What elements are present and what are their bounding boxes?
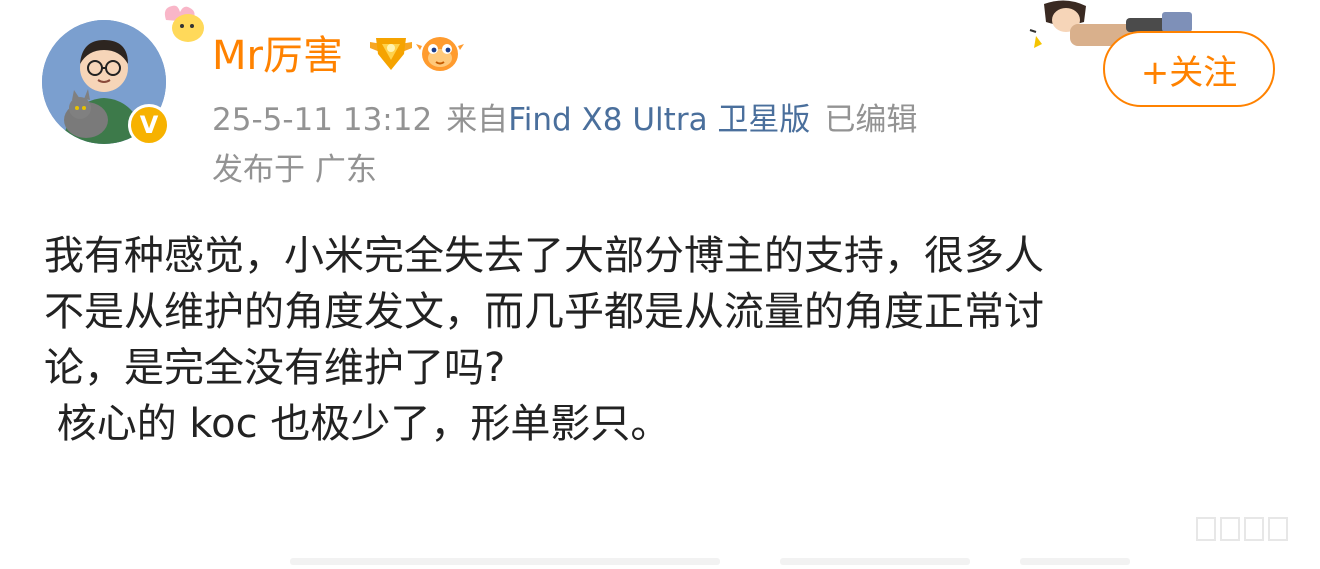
post-text-line: 不是从维护的角度发文，而几乎都是从流量的角度正常讨	[44, 289, 1044, 335]
verified-badge-icon: V	[128, 104, 170, 146]
username[interactable]: Mr厉害	[212, 30, 343, 82]
post-text-line: 核心的 koc 也极少了，形单影只。	[44, 401, 671, 447]
post-time[interactable]: 25-5-11 13:12	[212, 102, 432, 138]
gold-wings-badge-icon[interactable]	[368, 34, 414, 78]
action-bar-hint	[290, 550, 1130, 565]
follow-button[interactable]: +关注	[1103, 31, 1275, 107]
post-text-line: 论，是完全没有维护了吗?	[44, 345, 506, 391]
watermark-icon	[1195, 512, 1305, 550]
device-link[interactable]: Find X8 Ultra 卫星版	[508, 102, 810, 138]
source-label: 来自	[446, 102, 509, 138]
pufferfish-badge-icon[interactable]	[416, 32, 464, 80]
post-text-line: 我有种感觉，小米完全失去了大部分博主的支持，很多人	[44, 233, 1044, 279]
post-content: 我有种感觉，小米完全失去了大部分博主的支持，很多人 不是从维护的角度发文，而几乎…	[44, 228, 1254, 452]
post-meta: 25-5-11 13:12 来自Find X8 Ultra 卫星版 已编辑	[212, 100, 917, 140]
edited-label[interactable]: 已编辑	[824, 102, 917, 138]
avatar-container[interactable]: V	[40, 5, 204, 146]
post-location: 发布于 广东	[212, 152, 377, 188]
avatar-pendant-icon	[158, 0, 208, 52]
